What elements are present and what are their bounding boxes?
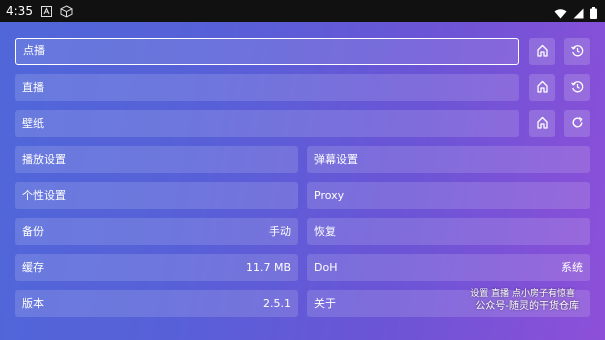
- cube-icon: [60, 4, 73, 18]
- live-row: 直播: [15, 74, 590, 101]
- status-time: 4:35: [6, 4, 33, 18]
- setting-value: 2.5.1: [263, 297, 291, 310]
- setting-value: 系统: [561, 261, 583, 274]
- live-home-button[interactable]: [529, 74, 555, 101]
- setting-label: 缓存: [22, 261, 44, 274]
- cache-item[interactable]: 缓存 11.7 MB: [15, 254, 298, 281]
- backup-item[interactable]: 备份 手动: [15, 218, 298, 245]
- setting-label: 播放设置: [22, 153, 66, 166]
- doh-item[interactable]: DoH 系统: [307, 254, 590, 281]
- refresh-icon: [571, 114, 584, 133]
- setting-label: 关于: [314, 297, 336, 310]
- setting-label: 弹幕设置: [314, 153, 358, 166]
- home-icon: [536, 114, 549, 133]
- danmaku-settings-item[interactable]: 弹幕设置: [307, 146, 590, 173]
- playback-settings-item[interactable]: 播放设置: [15, 146, 298, 173]
- setting-label: Proxy: [314, 189, 345, 202]
- vod-search-field[interactable]: 点播: [15, 38, 519, 65]
- setting-label: 个性设置: [22, 189, 66, 202]
- wallpaper-label: 壁纸: [22, 117, 44, 130]
- setting-label: 版本: [22, 297, 44, 310]
- proxy-item[interactable]: Proxy: [307, 182, 590, 209]
- setting-label: DoH: [314, 261, 338, 274]
- setting-label: 备份: [22, 225, 44, 238]
- live-history-button[interactable]: [564, 74, 590, 101]
- personalization-settings-item[interactable]: 个性设置: [15, 182, 298, 209]
- wifi-icon: [554, 4, 567, 23]
- home-icon: [536, 78, 549, 97]
- a-box-icon: [40, 5, 52, 17]
- history-icon: [570, 42, 584, 61]
- vod-label: 点播: [23, 44, 45, 57]
- vod-history-button[interactable]: [564, 38, 590, 65]
- wallpaper-row: 壁纸: [15, 110, 590, 137]
- restore-item[interactable]: 恢复: [307, 218, 590, 245]
- history-icon: [570, 78, 584, 97]
- wallpaper-refresh-button[interactable]: [564, 110, 590, 137]
- battery-icon: [590, 4, 597, 23]
- setting-label: 恢复: [314, 225, 336, 238]
- vod-row: 点播: [15, 38, 590, 65]
- setting-value: 手动: [269, 225, 291, 238]
- setting-value: 11.7 MB: [245, 261, 291, 274]
- signal-icon: [573, 4, 584, 23]
- wallpaper-search-field[interactable]: 壁纸: [15, 110, 519, 137]
- wallpaper-home-button[interactable]: [529, 110, 555, 137]
- live-label: 直播: [22, 81, 44, 94]
- vod-home-button[interactable]: [529, 38, 555, 65]
- home-icon: [536, 42, 549, 61]
- watermark-line-2: 公众号-随灵的干货仓库: [475, 301, 579, 312]
- live-search-field[interactable]: 直播: [15, 74, 519, 101]
- status-bar: 4:35: [0, 0, 605, 22]
- version-item[interactable]: 版本 2.5.1: [15, 290, 298, 317]
